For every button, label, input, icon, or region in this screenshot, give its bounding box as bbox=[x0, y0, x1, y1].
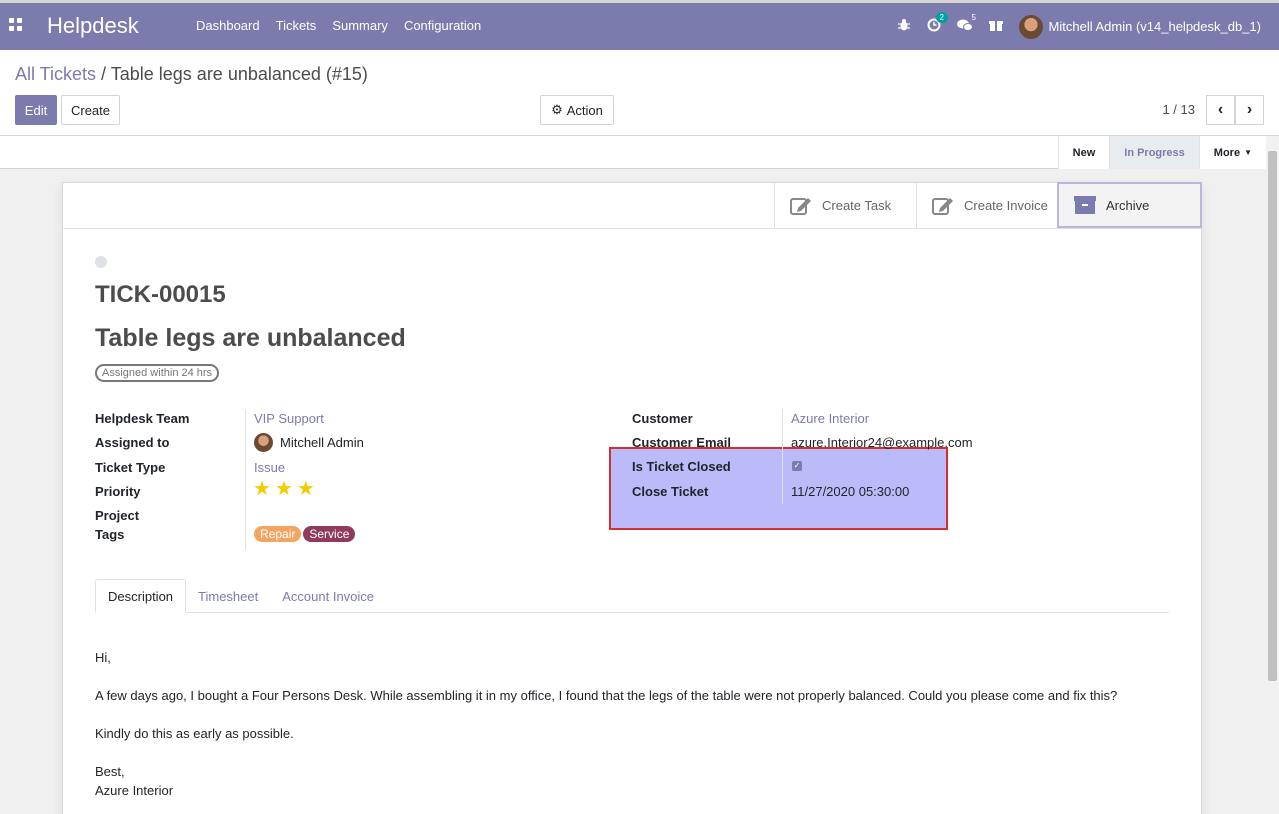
breadcrumb: All Tickets / Table legs are unbalanced … bbox=[15, 64, 368, 85]
stage-more-dropdown[interactable]: More ▼ bbox=[1198, 136, 1266, 169]
description-request: Kindly do this as early as possible. bbox=[95, 726, 294, 741]
control-panel: All Tickets / Table legs are unbalanced … bbox=[0, 50, 1279, 136]
archive-box-icon bbox=[1074, 196, 1096, 214]
assigned-to-label: Assigned to bbox=[95, 435, 170, 450]
ticket-type-label: Ticket Type bbox=[95, 460, 166, 475]
description-greeting: Hi, bbox=[95, 650, 111, 665]
user-menu[interactable]: Mitchell Admin (v14_helpdesk_db_1) bbox=[1018, 14, 1261, 39]
right-group-separator bbox=[782, 409, 783, 504]
edit-button[interactable]: Edit bbox=[15, 95, 57, 125]
create-button[interactable]: Create bbox=[61, 95, 120, 125]
helpdesk-team-label: Helpdesk Team bbox=[95, 411, 190, 426]
activity-count-badge: 2 bbox=[935, 12, 948, 23]
priority-label: Priority bbox=[95, 484, 141, 499]
create-invoice-button[interactable]: Create Invoice bbox=[916, 183, 1057, 228]
archive-label: Archive bbox=[1106, 197, 1150, 213]
stage-new[interactable]: New bbox=[1057, 136, 1110, 169]
action-button[interactable]: ⚙ Action bbox=[540, 95, 614, 125]
create-invoice-label: Create Invoice bbox=[964, 198, 1048, 213]
pager-previous-button[interactable]: ‹ bbox=[1206, 95, 1235, 125]
stage-more-label: More bbox=[1213, 146, 1241, 159]
checkmark-icon: ✓ bbox=[793, 461, 801, 470]
caret-down-icon: ▼ bbox=[1244, 148, 1252, 157]
debug-icon[interactable] bbox=[897, 18, 911, 35]
smart-button-box: Create Task Create Invoice Archive bbox=[63, 182, 1202, 229]
breadcrumb-all-tickets[interactable]: All Tickets bbox=[15, 64, 96, 84]
pager-value[interactable]: 1 / 13 bbox=[1162, 102, 1195, 117]
menu-tickets[interactable]: Tickets bbox=[268, 18, 325, 33]
customer-value[interactable]: Azure Interior bbox=[791, 411, 869, 426]
customer-email-label: Customer Email bbox=[632, 435, 731, 450]
star-icon[interactable]: ★ bbox=[275, 479, 293, 499]
tags-label: Tags bbox=[95, 527, 125, 542]
stage-pipeline: New In Progress More ▼ bbox=[1057, 136, 1266, 169]
create-task-button[interactable]: Create Task bbox=[774, 183, 916, 228]
pencil-square-icon bbox=[932, 197, 953, 215]
sla-badge: Assigned within 24 hrs bbox=[95, 364, 220, 382]
description-body: A few days ago, I bought a Four Persons … bbox=[95, 688, 1118, 703]
scrollbar-thumb[interactable] bbox=[1268, 151, 1277, 681]
is-ticket-closed-label: Is Ticket Closed bbox=[632, 459, 731, 474]
systray: 2 5 Mitchell Admin (v14_helpdesk_db_1) bbox=[897, 3, 1279, 50]
tags-value[interactable]: Repair Service bbox=[254, 526, 357, 542]
pencil-square-icon bbox=[790, 197, 811, 215]
user-avatar bbox=[1018, 14, 1043, 39]
status-bar: New In Progress More ▼ bbox=[0, 136, 1266, 169]
apps-menu-icon[interactable] bbox=[9, 18, 22, 31]
notebook-tabs: Description Timesheet Account Invoice bbox=[95, 579, 1169, 613]
customer-email-value[interactable]: azure.Interior24@example.com bbox=[791, 435, 973, 450]
assignee-avatar bbox=[254, 433, 273, 452]
form-sheet: Create Task Create Invoice Archive TICK-… bbox=[62, 182, 1202, 814]
pager-buttons: ‹ › bbox=[1206, 95, 1264, 125]
main-menu: Dashboard Tickets Summary Configuration bbox=[188, 18, 489, 33]
stage-in-progress[interactable]: In Progress bbox=[1109, 136, 1199, 169]
is-ticket-closed-checkbox[interactable]: ✓ bbox=[792, 461, 802, 471]
app-brand[interactable]: Helpdesk bbox=[47, 13, 139, 39]
menu-dashboard[interactable]: Dashboard bbox=[188, 18, 268, 33]
action-label: Action bbox=[566, 102, 603, 118]
kanban-state-indicator[interactable] bbox=[95, 256, 107, 268]
breadcrumb-current: Table legs are unbalanced (#15) bbox=[110, 64, 368, 84]
gift-icon[interactable] bbox=[988, 18, 1003, 35]
top-navbar: Helpdesk Dashboard Tickets Summary Confi… bbox=[0, 0, 1279, 50]
helpdesk-team-value[interactable]: VIP Support bbox=[254, 411, 324, 426]
activity-icon[interactable]: 2 bbox=[927, 12, 948, 35]
close-ticket-label: Close Ticket bbox=[632, 484, 709, 499]
close-ticket-value[interactable]: 11/27/2020 05:30:00 bbox=[791, 484, 909, 499]
description-signature: Azure Interior bbox=[95, 783, 174, 798]
archive-button[interactable]: Archive bbox=[1057, 182, 1202, 228]
assignee-name: Mitchell Admin bbox=[280, 435, 364, 450]
ticket-type-value[interactable]: Issue bbox=[254, 460, 285, 475]
assigned-to-value[interactable]: Mitchell Admin bbox=[254, 433, 364, 452]
messages-icon[interactable]: 5 bbox=[956, 13, 976, 35]
menu-summary[interactable]: Summary bbox=[324, 18, 396, 33]
breadcrumb-separator: / bbox=[101, 64, 107, 84]
message-count-badge: 5 bbox=[971, 13, 976, 22]
tag-badge[interactable]: Repair bbox=[254, 526, 302, 542]
tab-timesheet[interactable]: Timesheet bbox=[186, 579, 270, 613]
ticket-title[interactable]: Table legs are unbalanced bbox=[95, 324, 406, 353]
priority-stars: ★ ★ ★ bbox=[253, 479, 315, 499]
tab-description[interactable]: Description bbox=[95, 579, 187, 613]
chevron-right-icon: › bbox=[1246, 101, 1253, 118]
menu-configuration[interactable]: Configuration bbox=[396, 18, 489, 33]
gear-icon: ⚙ bbox=[551, 102, 563, 117]
star-icon[interactable]: ★ bbox=[297, 479, 315, 499]
customer-label: Customer bbox=[632, 411, 693, 426]
star-icon[interactable]: ★ bbox=[253, 479, 271, 499]
chevron-left-icon: ‹ bbox=[1217, 101, 1224, 118]
user-name: Mitchell Admin (v14_helpdesk_db_1) bbox=[1048, 19, 1261, 34]
ticket-reference: TICK-00015 bbox=[95, 281, 226, 308]
page-scrollbar[interactable] bbox=[1266, 136, 1279, 814]
tab-account-invoice[interactable]: Account Invoice bbox=[270, 579, 386, 613]
pager-next-button[interactable]: › bbox=[1235, 95, 1264, 125]
create-task-label: Create Task bbox=[822, 198, 892, 213]
tag-badge[interactable]: Service bbox=[303, 526, 356, 542]
description-closing: Best, bbox=[95, 764, 125, 779]
left-group-separator bbox=[245, 409, 246, 550]
project-label: Project bbox=[95, 508, 140, 523]
